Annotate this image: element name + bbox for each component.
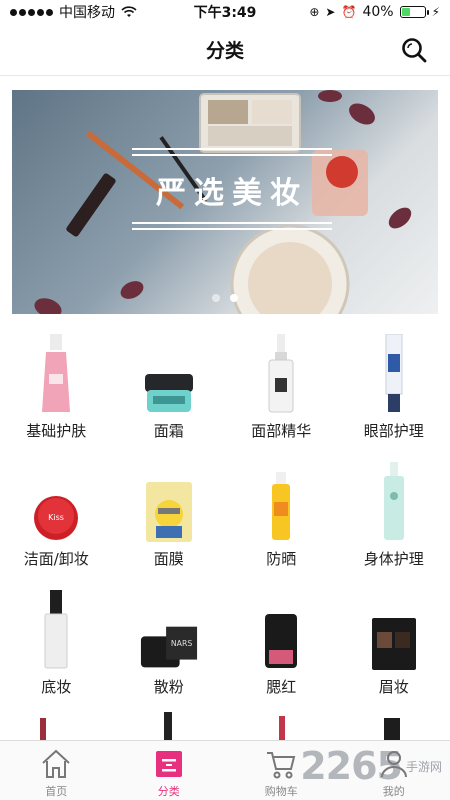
category-item-loose-powder[interactable]: NARS 散粉: [113, 578, 226, 706]
svg-text:NARS: NARS: [170, 639, 191, 648]
eye-cream-tube-icon: [385, 334, 402, 412]
category-label: 基础护肤: [26, 422, 87, 440]
powder-box-icon: NARS: [140, 626, 197, 668]
cushion-compact-icon: Kiss: [34, 496, 78, 540]
category-item-body-care[interactable]: 身体护理: [338, 450, 450, 578]
category-label: 洁面/卸妆: [23, 550, 89, 568]
category-label: 腮红: [266, 678, 297, 696]
category-label: 底妆: [41, 678, 72, 696]
banner-line-top: [132, 148, 332, 150]
carrier-name: 中国移动: [59, 5, 115, 21]
lotion-bottle-icon: [42, 334, 70, 412]
site-watermark: 2265 手游网: [300, 744, 442, 788]
category-item-brow-makeup[interactable]: 眉妆: [338, 578, 450, 706]
watermark-text: 手游网: [405, 759, 442, 774]
alarm-icon: ⏰: [341, 5, 357, 19]
charging-icon: ⚡: [431, 5, 440, 19]
banner-title-frame: 严选美妆: [132, 148, 332, 232]
wifi-icon: [121, 6, 137, 17]
sunscreen-tube-icon: [272, 472, 290, 540]
face-mask-pack-icon: [145, 482, 192, 542]
banner-pagination[interactable]: [12, 294, 438, 302]
body-lotion-icon: [383, 462, 404, 540]
category-item-foundation[interactable]: 底妆: [0, 578, 113, 706]
brow-palette-icon: [371, 618, 416, 670]
banner-title: 严选美妆: [156, 176, 308, 211]
banner-dot-2[interactable]: [230, 294, 238, 302]
battery-percent: 40%: [362, 4, 394, 20]
category-item-peek[interactable]: [0, 706, 113, 740]
category-label: 面膜: [153, 550, 184, 568]
category-item-face-cream[interactable]: 面霜: [113, 322, 226, 450]
page-title: 分类: [205, 40, 244, 62]
category-item-cleanser-makeup-remover[interactable]: Kiss 洁面/卸妆: [0, 450, 113, 578]
watermark-number: 2265: [300, 744, 403, 788]
navigation-bar: 分类: [0, 24, 450, 76]
signal-strength-icon: [10, 8, 53, 16]
banner-line-bottom: [132, 222, 332, 224]
battery-icon: [399, 6, 429, 18]
product-peek-icon: [279, 716, 285, 740]
category-item-sunscreen[interactable]: 防晒: [225, 450, 338, 578]
rotation-lock-icon: ⊕: [309, 5, 320, 19]
foundation-bottle-icon: [44, 590, 68, 669]
product-peek-icon: [163, 712, 172, 740]
tab-category[interactable]: 分类: [113, 741, 226, 800]
tab-label: 分类: [157, 785, 180, 798]
category-item-face-serum[interactable]: 面部精华: [225, 322, 338, 450]
tab-label: 购物车: [264, 785, 298, 798]
banner-dot-1[interactable]: [212, 294, 220, 302]
category-label: 防晒: [266, 550, 297, 568]
blush-case-icon: [265, 614, 297, 668]
location-arrow-icon: ➤: [325, 5, 336, 19]
category-label: 面部精华: [251, 422, 312, 440]
next-category-row-peek: [0, 706, 450, 740]
category-label: 身体护理: [363, 550, 424, 568]
tab-home[interactable]: 首页: [0, 741, 113, 800]
category-label: 面霜: [153, 422, 184, 440]
category-item-peek[interactable]: [338, 706, 450, 740]
category-item-basic-skincare[interactable]: 基础护肤: [0, 322, 113, 450]
category-label: 散粉: [153, 678, 184, 696]
cart-icon: [267, 752, 296, 779]
search-icon[interactable]: [400, 36, 428, 64]
product-peek-icon: [383, 718, 400, 740]
banner-line-top-2: [132, 154, 332, 156]
category-label: 眼部护理: [363, 422, 424, 440]
category-label: 眉妆: [378, 678, 409, 696]
tab-label: 首页: [45, 785, 68, 798]
category-item-eye-care[interactable]: 眼部护理: [338, 322, 450, 450]
home-icon: [42, 749, 70, 778]
category-item-peek[interactable]: [113, 706, 226, 740]
category-icon: [155, 751, 182, 777]
category-item-peek[interactable]: [225, 706, 338, 740]
category-item-face-mask[interactable]: 面膜: [113, 450, 226, 578]
svg-text:Kiss: Kiss: [48, 513, 64, 522]
category-grid: 基础护肤 面霜 面部精华 眼部护理 Kiss 洁面/卸妆 面膜 防晒 身体护理 …: [0, 322, 450, 740]
status-bar: 中国移动 下午3:49 ⊕ ➤ ⏰ 40% ⚡: [0, 0, 450, 24]
promo-banner[interactable]: 严选美妆: [12, 90, 438, 314]
banner-line-bottom-2: [132, 228, 332, 230]
product-peek-icon: [40, 718, 46, 740]
cream-jar-icon: [144, 374, 193, 412]
category-item-blush[interactable]: 腮红: [225, 578, 338, 706]
battery-level: [401, 8, 411, 16]
serum-bottle-icon: [268, 334, 294, 413]
